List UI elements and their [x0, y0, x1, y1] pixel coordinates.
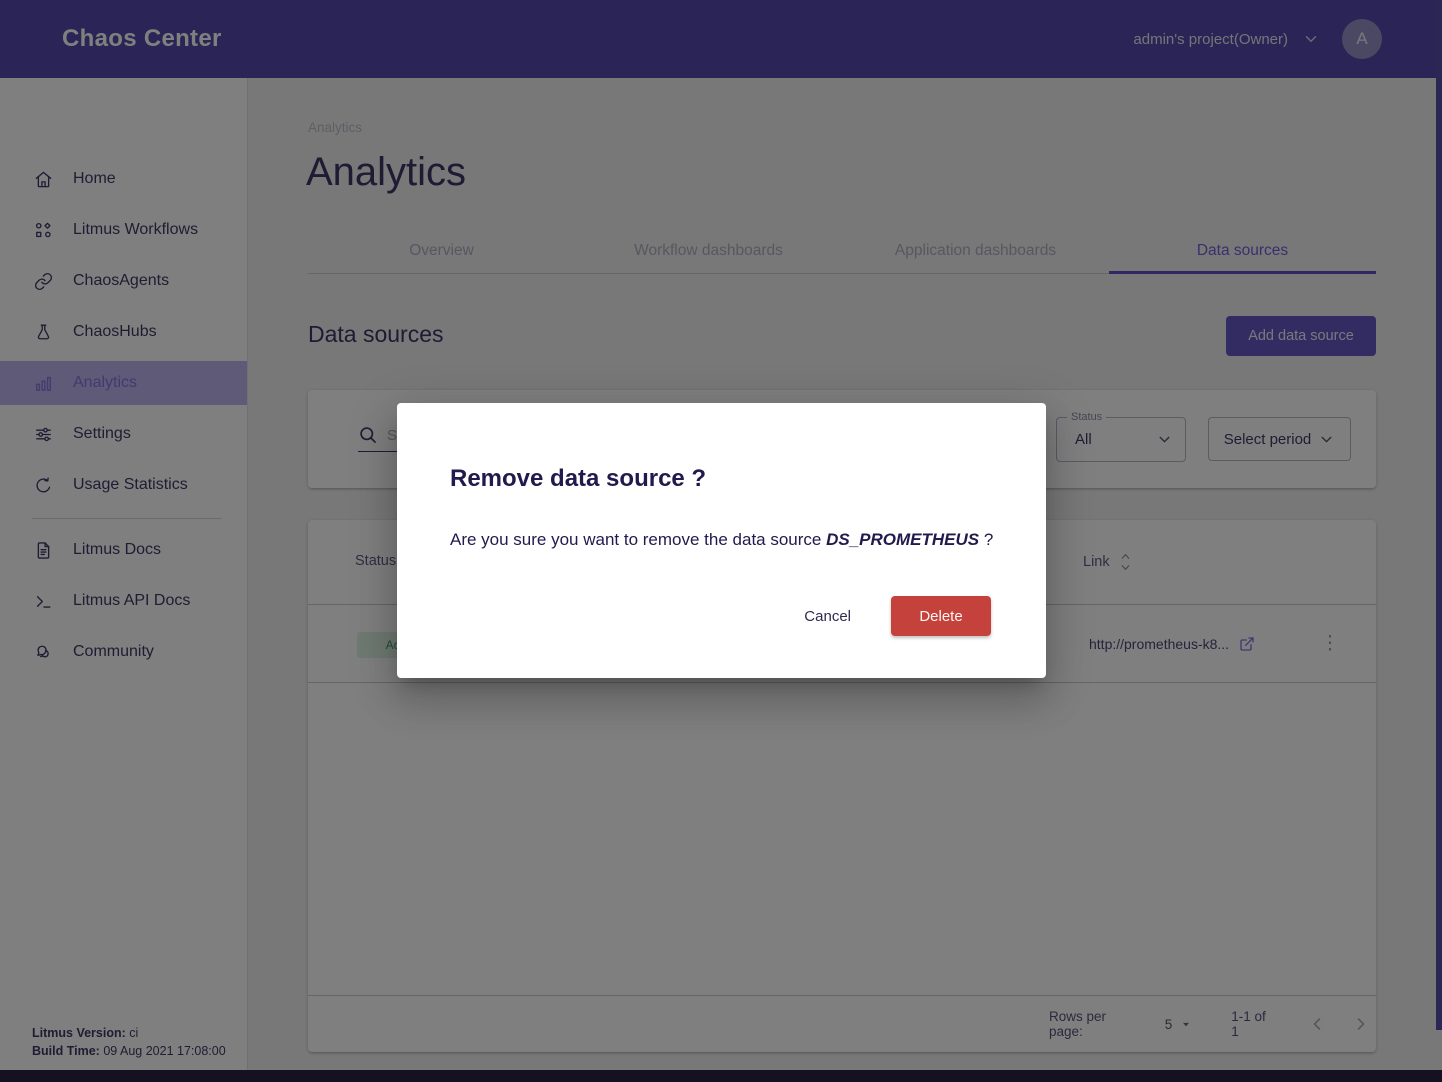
delete-button[interactable]: Delete [891, 596, 991, 636]
remove-data-source-dialog: Remove data source ? Are you sure you wa… [397, 403, 1046, 678]
cancel-button[interactable]: Cancel [804, 608, 851, 625]
dialog-title: Remove data source ? [450, 465, 706, 493]
data-source-name: DS_PROMETHEUS [826, 530, 979, 549]
dialog-message: Are you sure you want to remove the data… [450, 530, 1010, 550]
